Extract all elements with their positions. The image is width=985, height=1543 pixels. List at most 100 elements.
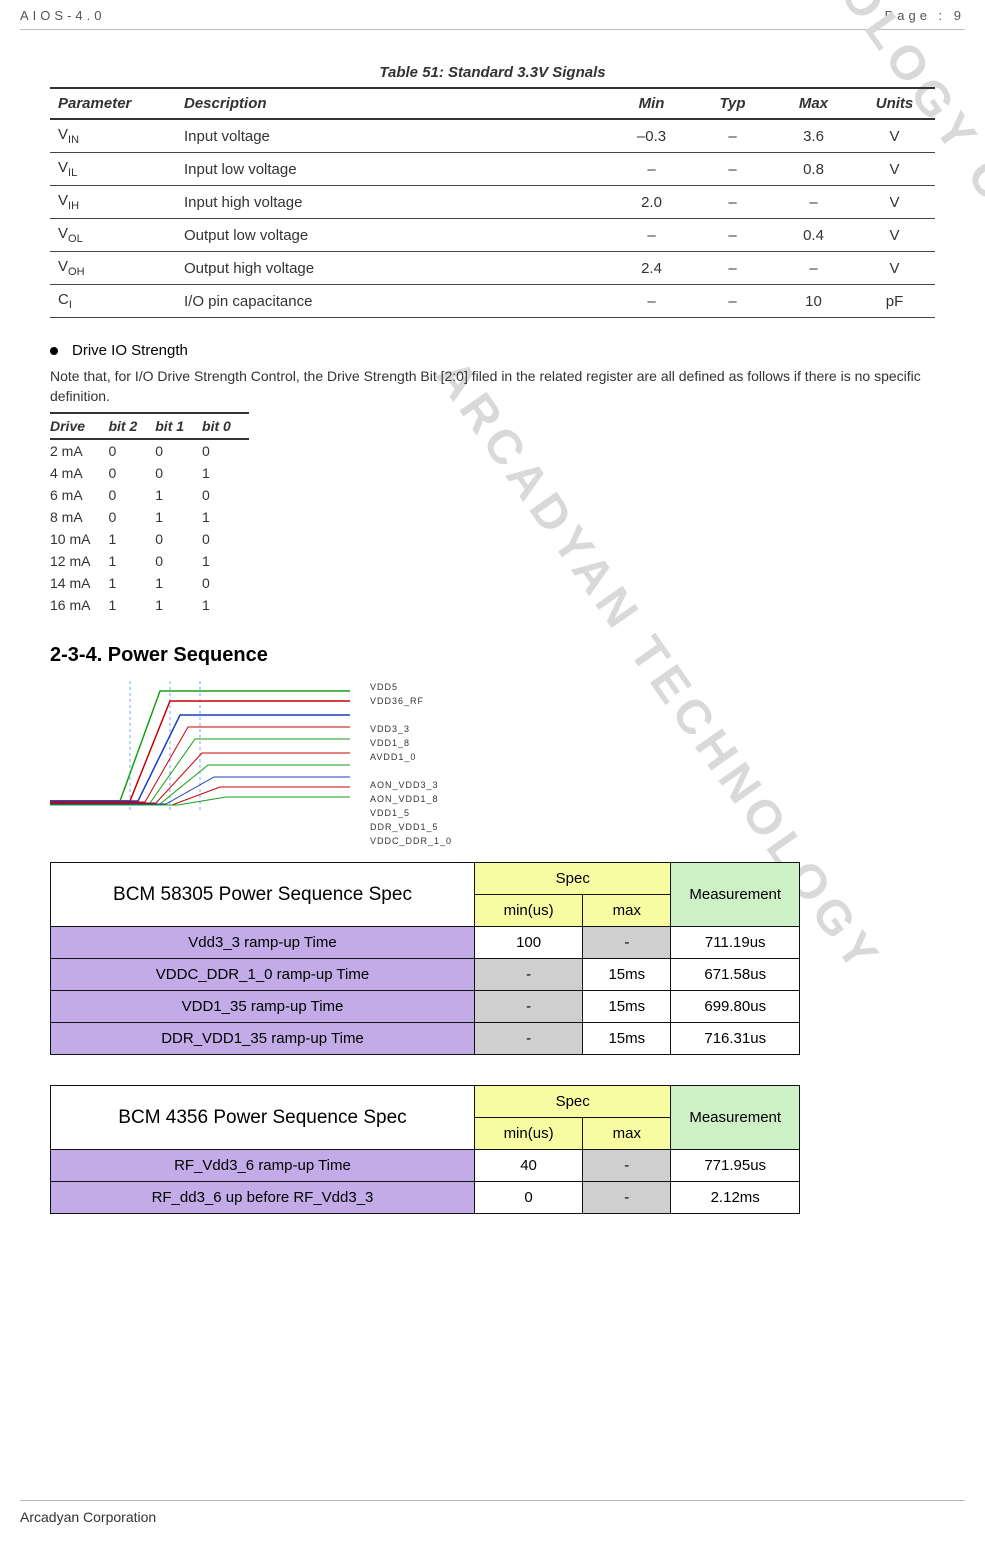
bcm4356-title: BCM 4356 Power Sequence Spec bbox=[51, 1086, 475, 1150]
table51-title: Table 51: Standard 3.3V Signals bbox=[50, 64, 935, 81]
drv-b2: 1 bbox=[108, 594, 155, 616]
table-row: 12 mA 1 0 1 bbox=[50, 550, 249, 572]
t51-units: V bbox=[854, 153, 935, 186]
t51-h-desc: Description bbox=[176, 88, 611, 119]
t51-desc: Input low voltage bbox=[176, 153, 611, 186]
bcm-meas: 716.31us bbox=[671, 1023, 800, 1055]
bcm58305-spec: Spec bbox=[475, 863, 671, 895]
table-row: RF_dd3_6 up before RF_Vdd3_3 0 - 2.12ms bbox=[51, 1182, 800, 1214]
section-power-sequence: 2-3-4. Power Sequence bbox=[50, 644, 935, 667]
drv-h3: bit 0 bbox=[202, 413, 249, 439]
t51-typ: – bbox=[692, 285, 773, 318]
waveform-label: VDD3_3 bbox=[370, 723, 452, 737]
table-row: 14 mA 1 1 0 bbox=[50, 572, 249, 594]
drv-b1: 0 bbox=[155, 550, 202, 572]
table-row: CI I/O pin capacitance – – 10 pF bbox=[50, 285, 935, 318]
t51-max: 0.8 bbox=[773, 153, 854, 186]
t51-min: – bbox=[611, 153, 692, 186]
content: Table 51: Standard 3.3V Signals Paramete… bbox=[20, 30, 965, 1214]
bcm-param: VDD1_35 ramp-up Time bbox=[51, 991, 475, 1023]
header: AIOS-4.0 Page : 9 bbox=[20, 8, 965, 30]
t51-param: VIH bbox=[50, 186, 176, 219]
table-row: 10 mA 1 0 0 bbox=[50, 528, 249, 550]
table-row: VIN Input voltage –0.3 – 3.6 V bbox=[50, 119, 935, 153]
bcm-max: - bbox=[583, 927, 671, 959]
table-row: VDDC_DDR_1_0 ramp-up Time - 15ms 671.58u… bbox=[51, 959, 800, 991]
drv-drive: 4 mA bbox=[50, 462, 108, 484]
drv-b0: 0 bbox=[202, 439, 249, 462]
bcm-min: - bbox=[475, 991, 583, 1023]
t51-typ: – bbox=[692, 119, 773, 153]
waveform-label: VDD1_8 bbox=[370, 737, 452, 751]
drv-drive: 8 mA bbox=[50, 506, 108, 528]
bcm4356-meas: Measurement bbox=[671, 1086, 800, 1150]
drv-drive: 10 mA bbox=[50, 528, 108, 550]
t51-typ: – bbox=[692, 252, 773, 285]
footer-company: Arcadyan Corporation bbox=[20, 1509, 156, 1525]
table-row: 6 mA 0 1 0 bbox=[50, 484, 249, 506]
t51-max: 3.6 bbox=[773, 119, 854, 153]
t51-typ: – bbox=[692, 219, 773, 252]
bcm-max: 15ms bbox=[583, 1023, 671, 1055]
drv-b1: 1 bbox=[155, 506, 202, 528]
t51-desc: I/O pin capacitance bbox=[176, 285, 611, 318]
waveform-svg bbox=[50, 681, 350, 811]
t51-min: 2.0 bbox=[611, 186, 692, 219]
bcm-param: RF_Vdd3_6 ramp-up Time bbox=[51, 1150, 475, 1182]
bcm-meas: 671.58us bbox=[671, 959, 800, 991]
t51-min: – bbox=[611, 285, 692, 318]
t51-max: 10 bbox=[773, 285, 854, 318]
t51-h-min: Min bbox=[611, 88, 692, 119]
table-row: VOH Output high voltage 2.4 – – V bbox=[50, 252, 935, 285]
t51-param: VOL bbox=[50, 219, 176, 252]
table-row: 4 mA 0 0 1 bbox=[50, 462, 249, 484]
t51-units: V bbox=[854, 252, 935, 285]
drv-drive: 6 mA bbox=[50, 484, 108, 506]
bcm-max: 15ms bbox=[583, 991, 671, 1023]
header-left: AIOS-4.0 bbox=[20, 8, 105, 23]
waveform-label: AVDD1_0 bbox=[370, 751, 452, 765]
t51-param: CI bbox=[50, 285, 176, 318]
drv-drive: 16 mA bbox=[50, 594, 108, 616]
table-row: VOL Output low voltage – – 0.4 V bbox=[50, 219, 935, 252]
t51-units: V bbox=[854, 186, 935, 219]
t51-h-max: Max bbox=[773, 88, 854, 119]
t51-min: –0.3 bbox=[611, 119, 692, 153]
t51-max: 0.4 bbox=[773, 219, 854, 252]
waveform-label: AON_VDD3_3 bbox=[370, 779, 452, 793]
drv-b1: 0 bbox=[155, 528, 202, 550]
drv-b1: 1 bbox=[155, 572, 202, 594]
table51: Parameter Description Min Typ Max Units … bbox=[50, 87, 935, 318]
bcm-meas: 771.95us bbox=[671, 1150, 800, 1182]
bcm-min: 40 bbox=[474, 1150, 582, 1182]
drv-drive: 2 mA bbox=[50, 439, 108, 462]
t51-min: 2.4 bbox=[611, 252, 692, 285]
t51-desc: Output low voltage bbox=[176, 219, 611, 252]
waveform-block: VDD5VDD36_RF VDD3_3VDD1_8AVDD1_0 AON_VDD… bbox=[50, 681, 935, 848]
t51-units: V bbox=[854, 219, 935, 252]
drv-drive: 14 mA bbox=[50, 572, 108, 594]
bcm58305-title: BCM 58305 Power Sequence Spec bbox=[51, 863, 475, 927]
t51-typ: – bbox=[692, 186, 773, 219]
drv-b0: 1 bbox=[202, 462, 249, 484]
bcm-meas: 699.80us bbox=[671, 991, 800, 1023]
footer: Arcadyan Corporation bbox=[20, 1500, 965, 1525]
t51-desc: Input voltage bbox=[176, 119, 611, 153]
t51-desc: Input high voltage bbox=[176, 186, 611, 219]
t51-h-param: Parameter bbox=[50, 88, 176, 119]
drv-b2: 0 bbox=[108, 506, 155, 528]
bcm-param: Vdd3_3 ramp-up Time bbox=[51, 927, 475, 959]
bcm4356-max: max bbox=[583, 1118, 671, 1150]
drv-b2: 0 bbox=[108, 439, 155, 462]
bcm-param: RF_dd3_6 up before RF_Vdd3_3 bbox=[51, 1182, 475, 1214]
t51-desc: Output high voltage bbox=[176, 252, 611, 285]
bcm-meas: 711.19us bbox=[671, 927, 800, 959]
bcm-max: - bbox=[583, 1150, 671, 1182]
t51-param: VOH bbox=[50, 252, 176, 285]
waveform-label: VDD36_RF bbox=[370, 695, 452, 709]
drv-h0: Drive bbox=[50, 413, 108, 439]
waveform-label: VDDC_DDR_1_0 bbox=[370, 835, 452, 849]
waveform-label bbox=[370, 709, 452, 723]
drv-b2: 0 bbox=[108, 462, 155, 484]
table-row: VDD1_35 ramp-up Time - 15ms 699.80us bbox=[51, 991, 800, 1023]
